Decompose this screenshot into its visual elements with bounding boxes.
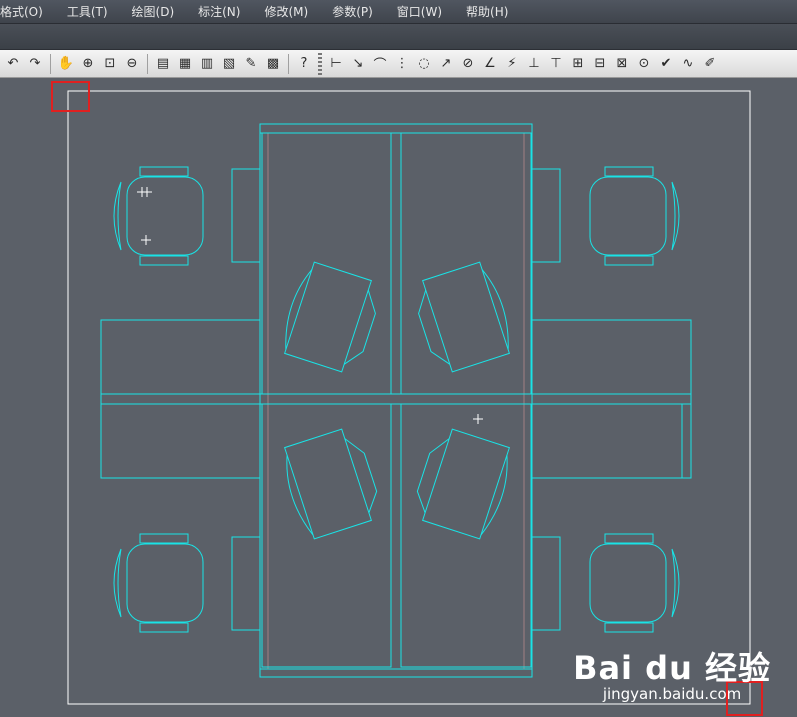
cabinet-right-bottom	[531, 536, 561, 631]
radius-dimension-icon[interactable]: ◌	[414, 54, 434, 74]
dimension-edit-icon[interactable]: ✐	[700, 54, 720, 74]
arc-length-icon[interactable]: ⌒	[370, 54, 390, 74]
drawing-canvas[interactable]	[0, 79, 797, 717]
menu-item-6[interactable]: 窗口(W)	[385, 3, 454, 20]
zoom-realtime-icon[interactable]: ⊕	[78, 54, 98, 74]
zoom-window-icon[interactable]: ⊡	[100, 54, 120, 74]
tool-palettes-icon[interactable]: ▥	[197, 54, 217, 74]
ribbon-strip	[0, 24, 797, 50]
cabinet-left-bottom	[231, 536, 261, 631]
angular-dimension-icon[interactable]: ∠	[480, 54, 500, 74]
crosshair-marker	[473, 414, 483, 424]
menu-item-0[interactable]: 格式(O)	[0, 3, 55, 20]
cabinet-left-top	[231, 168, 261, 263]
wing-left-bottom	[100, 403, 261, 479]
continue-dimension-icon[interactable]: ⊤	[546, 54, 566, 74]
aligned-dimension-icon[interactable]: ↘	[348, 54, 368, 74]
watermark-url: jingyan.baidu.com	[602, 685, 742, 703]
armchair-top-right	[589, 166, 680, 266]
linear-dimension-icon[interactable]: ⊢	[326, 54, 346, 74]
dimension-toolbar: ↶ ↷ ✋ ⊕ ⊡ ⊖ ▤ ▦ ▥ ▧ ✎ ▩? ⊢ ↘ ⌒ ⋮ ◌ ↗ ⊘ ∠ ⚡ ⊥ ⊤ ⊞ ⊟ ⊠ ⊙ ✔ ∿ ✐	[0, 50, 797, 78]
wing-left-top	[100, 319, 261, 395]
toolbar-separator	[147, 53, 148, 74]
design-center-icon[interactable]: ▦	[175, 54, 195, 74]
tolerance-icon[interactable]: ⊠	[612, 54, 632, 74]
watermark-logo: Bai du 经验	[573, 649, 771, 687]
dimension-break-icon[interactable]: ⊟	[590, 54, 610, 74]
menu-item-7[interactable]: 帮助(H)	[454, 3, 520, 20]
help-icon[interactable]: ?	[294, 54, 314, 74]
toolbar-separator	[318, 52, 322, 75]
cross-bar	[100, 393, 692, 405]
table-bottom-edge	[259, 668, 533, 678]
toolbar-separator	[288, 53, 289, 74]
desk-chair-3	[284, 428, 378, 540]
zoom-previous-icon[interactable]: ⊖	[122, 54, 142, 74]
jogged-linear-icon[interactable]: ∿	[678, 54, 698, 74]
menu-item-5[interactable]: 参数(P)	[320, 3, 385, 20]
pan-icon[interactable]: ✋	[56, 54, 76, 74]
inspect-icon[interactable]: ✔	[656, 54, 676, 74]
toolbar-separator	[50, 53, 51, 74]
properties-icon[interactable]: ▤	[153, 54, 173, 74]
table-top-edge	[259, 123, 533, 134]
undo-icon[interactable]: ↶	[3, 54, 23, 74]
menu-item-3[interactable]: 标注(N)	[186, 3, 252, 20]
desk-chair-4	[416, 428, 510, 540]
drawing-frame	[67, 90, 751, 705]
dimension-space-icon[interactable]: ⊞	[568, 54, 588, 74]
quick-dimension-icon[interactable]: ⚡	[502, 54, 522, 74]
menu-item-1[interactable]: 工具(T)	[55, 3, 120, 20]
desk-bottom-right	[400, 403, 532, 668]
wing-right-top	[531, 319, 692, 395]
wing-right-bottom	[531, 403, 692, 479]
desk-chair-1	[284, 261, 376, 373]
cabinet-right-top	[531, 168, 561, 263]
calculator-icon[interactable]: ▩	[263, 54, 283, 74]
baseline-dimension-icon[interactable]: ⊥	[524, 54, 544, 74]
diameter-dimension-icon[interactable]: ⊘	[458, 54, 478, 74]
conference-table-layout	[100, 123, 692, 678]
crosshair-marker	[142, 187, 152, 197]
menu-item-4[interactable]: 修改(M)	[252, 3, 320, 20]
markup-icon[interactable]: ✎	[241, 54, 261, 74]
desk-bottom-left	[261, 403, 392, 668]
center-mark-icon[interactable]: ⊙	[634, 54, 654, 74]
armchair-bottom-right	[589, 533, 680, 633]
armchair-top-left	[113, 166, 204, 266]
crosshair-marker	[141, 235, 151, 245]
armchair-bottom-left	[113, 533, 204, 633]
sheet-set-icon[interactable]: ▧	[219, 54, 239, 74]
desk-chair-2	[418, 261, 510, 373]
highlight-box-first-corner	[51, 81, 90, 112]
desk-top-left	[261, 132, 392, 395]
menu-item-2[interactable]: 绘图(D)	[120, 3, 187, 20]
redo-icon[interactable]: ↷	[25, 54, 45, 74]
menu-bar: 格式(O) 工具(T) 绘图(D) 标注(N) 修改(M) 参数(P) 窗口(W) 帮助(H)	[0, 0, 797, 24]
desk-top-right	[400, 132, 532, 395]
ordinate-dimension-icon[interactable]: ⋮	[392, 54, 412, 74]
jogged-dimension-icon[interactable]: ↗	[436, 54, 456, 74]
baidu-watermark: Bai du 经验 jingyan.baidu.com	[573, 651, 771, 703]
